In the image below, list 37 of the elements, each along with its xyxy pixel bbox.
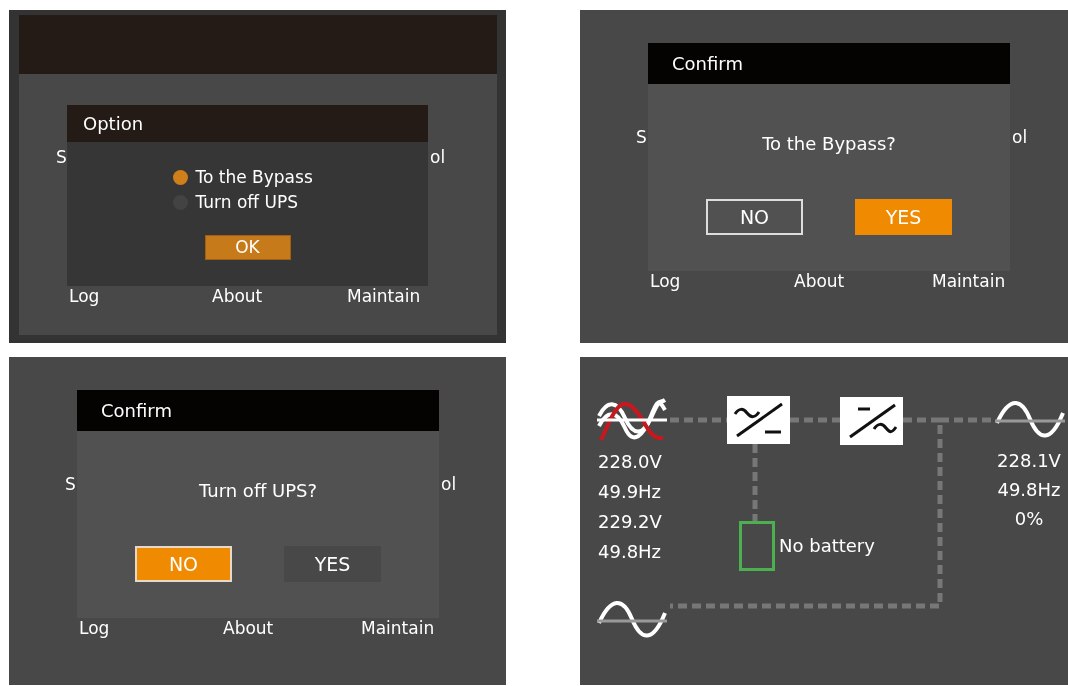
battery-icon — [739, 521, 775, 571]
battery-status: No battery — [779, 534, 875, 558]
menu-label: S — [56, 149, 67, 166]
input-reading: 228.0V — [598, 450, 662, 474]
menu-item[interactable]: About — [212, 288, 263, 305]
output-reading: 49.8Hz — [996, 478, 1062, 502]
option-label: Turn off UPS — [195, 190, 298, 214]
dialog-message: Turn off UPS? — [198, 479, 318, 503]
dialog-title: Confirm — [648, 43, 1010, 84]
menu-label: S — [636, 129, 647, 146]
yes-button[interactable]: YES — [284, 546, 381, 582]
input-reading: 49.8Hz — [598, 540, 662, 564]
option-label: To the Bypass — [195, 165, 313, 189]
three-phase-wave-icon — [597, 396, 667, 441]
menu-label: ol — [441, 476, 457, 493]
menu-label: S — [65, 476, 76, 493]
input-reading: 49.9Hz — [598, 480, 662, 504]
menu-item[interactable]: Log — [650, 273, 681, 290]
menu-item[interactable]: About — [794, 273, 845, 290]
menu-item[interactable]: Maintain — [361, 620, 435, 637]
no-button[interactable]: NO — [706, 199, 803, 235]
menu-item[interactable]: Log — [69, 288, 100, 305]
menu-item[interactable]: About — [223, 620, 274, 637]
radio-button[interactable] — [172, 170, 188, 185]
input-reading: 229.2V — [598, 510, 662, 534]
dc-ac-converter-icon — [840, 397, 903, 445]
dialog-title: Confirm — [77, 390, 439, 431]
menu-item[interactable]: Maintain — [347, 288, 421, 305]
output-reading: 228.1V — [996, 449, 1062, 473]
menu-label: ol — [1012, 129, 1028, 146]
menu-item[interactable]: Log — [79, 620, 110, 637]
output-reading: 0% — [1013, 507, 1045, 531]
ac-dc-converter-icon — [727, 396, 790, 444]
dialog-message: To the Bypass? — [761, 132, 897, 156]
dialog-title: Option — [67, 105, 428, 142]
menu-label: ol — [430, 149, 446, 166]
menu-item[interactable]: Maintain — [932, 273, 1006, 290]
